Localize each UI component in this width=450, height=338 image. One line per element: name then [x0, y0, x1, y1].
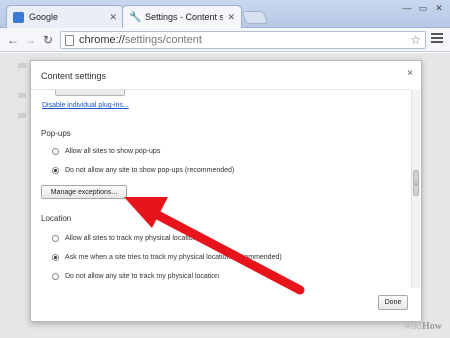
- partial-button[interactable]: [55, 90, 125, 96]
- tab-google[interactable]: Google ✕: [6, 5, 124, 28]
- location-heading: Location: [41, 214, 72, 223]
- radio-button-selected[interactable]: [52, 254, 59, 261]
- radio-button[interactable]: [52, 235, 59, 242]
- popups-block-option[interactable]: Do not allow any site to show pop-ups (r…: [52, 167, 234, 174]
- tab-strip: Google ✕ 🔧 Settings - Content settings ✕…: [0, 0, 450, 28]
- tab-label: Settings - Content settings: [145, 12, 224, 22]
- tab-close-icon[interactable]: ✕: [227, 12, 235, 23]
- popups-heading: Pop-ups: [41, 129, 71, 138]
- tab-label: Google: [29, 12, 59, 22]
- url-scheme: chrome://: [79, 34, 125, 46]
- scrollbar[interactable]: [411, 90, 420, 288]
- ghost-text: [18, 93, 26, 98]
- chrome-menu-icon[interactable]: [431, 33, 443, 45]
- option-label: Allow all sites to show pop-ups: [65, 148, 161, 155]
- address-bar[interactable]: chrome://settings/content ☆: [60, 31, 426, 49]
- reload-icon[interactable]: ↻: [40, 32, 56, 48]
- option-label: Do not allow any site to show pop-ups (r…: [65, 167, 235, 174]
- location-block-option[interactable]: Do not allow any site to track my physic…: [52, 273, 219, 280]
- new-tab-button[interactable]: [241, 11, 269, 24]
- dialog-title: Content settings: [41, 71, 107, 81]
- done-button[interactable]: Done: [378, 295, 408, 310]
- location-ask-option[interactable]: Ask me when a site tries to track my phy…: [52, 254, 282, 261]
- wrench-icon: 🔧: [129, 11, 142, 23]
- manage-exceptions-button[interactable]: Manage exceptions...: [41, 185, 127, 199]
- ghost-text: [18, 63, 26, 68]
- option-label: Ask me when a site tries to track my phy…: [65, 254, 282, 261]
- ghost-text: [18, 113, 26, 118]
- browser-window: Google ✕ 🔧 Settings - Content settings ✕…: [0, 0, 450, 338]
- url-path: settings/content: [124, 34, 202, 46]
- toolbar: ← → ↻ chrome://settings/content ☆: [0, 28, 450, 52]
- location-allow-option[interactable]: Allow all sites to track my physical loc…: [52, 235, 197, 242]
- content-settings-dialog: Content settings × Disable individual pl…: [30, 60, 422, 322]
- scrollbar-thumb[interactable]: [413, 170, 419, 196]
- close-window-icon[interactable]: ✕: [432, 3, 446, 14]
- option-label: Do not allow any site to track my physic…: [65, 273, 220, 280]
- tab-close-icon[interactable]: ✕: [109, 12, 117, 23]
- radio-button[interactable]: [52, 273, 59, 280]
- tab-settings[interactable]: 🔧 Settings - Content settings ✕: [122, 5, 242, 28]
- disable-plugins-link[interactable]: Disable individual plug-ins...: [42, 102, 129, 109]
- google-favicon-icon: [13, 11, 24, 23]
- radio-button[interactable]: [52, 148, 59, 155]
- wikihow-watermark: wikiHow: [404, 321, 442, 332]
- back-icon[interactable]: ←: [5, 32, 21, 48]
- option-label: Allow all sites to track my physical loc…: [65, 235, 197, 242]
- page-icon: [65, 34, 74, 46]
- watermark-suffix: How: [422, 321, 442, 332]
- watermark-brand: wiki: [404, 321, 422, 332]
- minimize-icon[interactable]: —: [400, 3, 414, 13]
- radio-button-selected[interactable]: [52, 167, 59, 174]
- forward-icon[interactable]: →: [22, 32, 38, 48]
- maximize-icon[interactable]: ▭: [416, 3, 430, 14]
- close-icon[interactable]: ×: [407, 68, 413, 79]
- popups-allow-option[interactable]: Allow all sites to show pop-ups: [52, 148, 160, 155]
- bookmark-star-icon[interactable]: ☆: [410, 33, 421, 47]
- settings-scroll-area[interactable]: Disable individual plug-ins... Pop-ups A…: [31, 90, 411, 288]
